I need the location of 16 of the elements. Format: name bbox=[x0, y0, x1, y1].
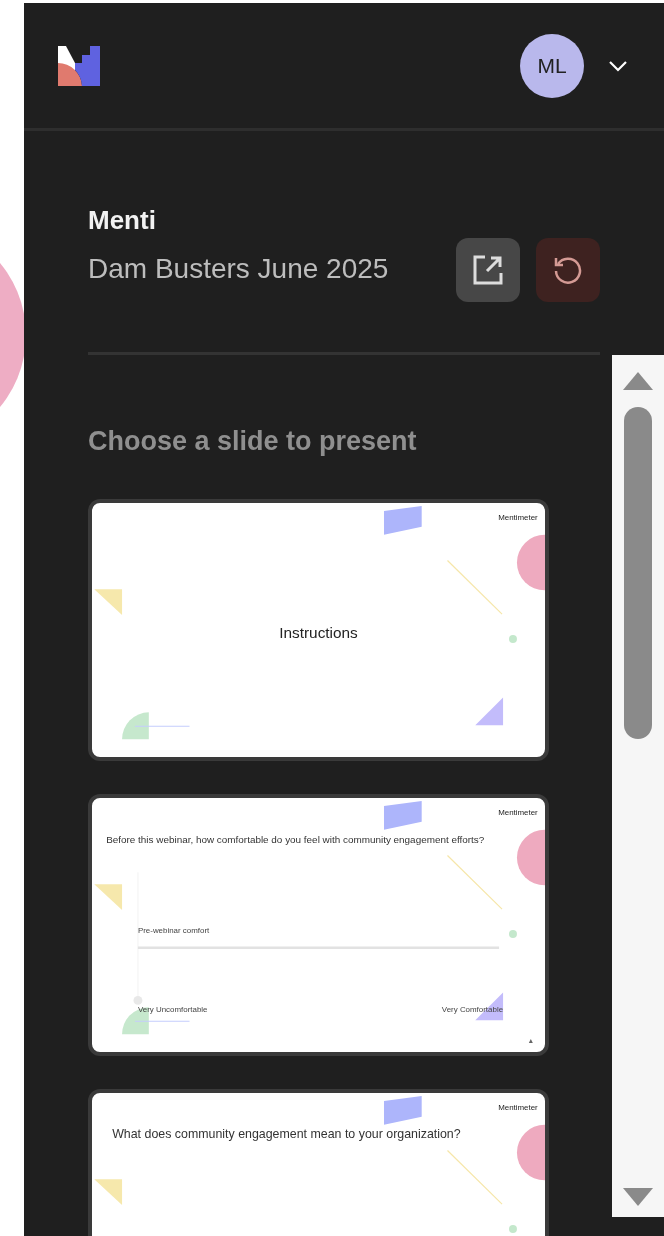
scale-max-label: Very Comfortable bbox=[441, 1004, 504, 1014]
slide-thumbnail[interactable]: Mentimeter Before this webinar, how comfortable do you feel with community engagement efforts? Pre-webinar comfort Very Uncomfortable Very Comfortable bbox=[88, 793, 549, 1056]
slide-logo: Mentimeter bbox=[498, 807, 538, 817]
user-avatar[interactable]: ML bbox=[520, 33, 584, 98]
presentation-label: Menti bbox=[88, 204, 157, 237]
slide-logo: Mentimeter bbox=[498, 512, 538, 522]
slide-question: What does community engagement mean to your organization? bbox=[112, 1126, 461, 1141]
slide-question: Before this webinar, how comfortable do you feel with community engagement efforts? bbox=[106, 833, 485, 845]
scale-statement: Pre-webinar comfort bbox=[137, 925, 210, 935]
scale-min-label: Very Uncomfortable bbox=[137, 1004, 208, 1014]
slide-thumbnail[interactable]: Mentimeter What does community engagement mean to your organization? bbox=[88, 1088, 549, 1236]
slide-thumbnail[interactable]: Mentimeter Instructions bbox=[88, 498, 549, 761]
slide-title: Instructions bbox=[279, 623, 358, 641]
presentation-title: Dam Busters June 2025 bbox=[88, 252, 389, 286]
slide-logo: Mentimeter bbox=[498, 1102, 538, 1112]
section-title: Choose a slide to present bbox=[88, 425, 418, 458]
